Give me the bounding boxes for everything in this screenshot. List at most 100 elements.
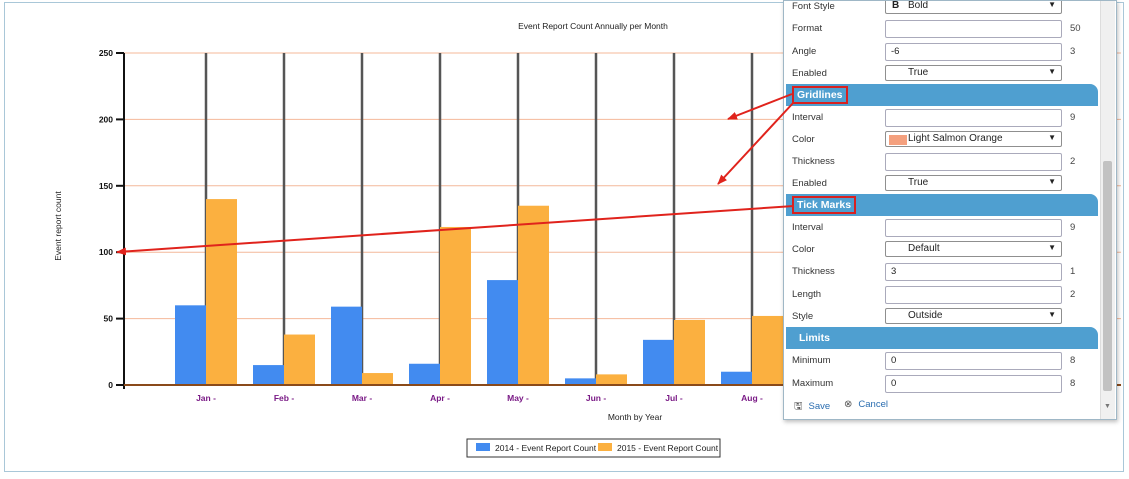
y-tick-label: 50 [104,314,114,324]
x-tick-label: Feb - [274,393,294,403]
bar-2015 [440,226,471,385]
y-tick-label: 200 [99,114,113,124]
gridlines-thickness-row: Thickness 2 [786,152,1098,174]
tick-color-label: Color [792,244,815,255]
save-icon: 🖫 [794,401,803,412]
tick-thickness-default: 1 [1070,266,1076,277]
y-tick-label: 100 [99,247,113,257]
minimum-default: 8 [1070,355,1076,366]
gridlines-color-select[interactable]: Light Salmon Orange ▼ [885,131,1062,147]
tick-length-default: 2 [1070,289,1076,300]
tick-style-value: Outside [908,310,943,321]
bar-2015 [284,334,315,385]
tick-interval-input[interactable] [885,219,1062,237]
bars [175,199,783,385]
minimum-label: Minimum [792,355,831,366]
format-default: 50 [1070,23,1081,34]
gridlines-interval-label: Interval [792,112,824,123]
gridlines-thickness-label: Thickness [792,156,835,167]
format-input[interactable] [885,20,1062,38]
tick-style-row: Style Outside ▼ [786,307,1098,329]
enabled-select[interactable]: True ▼ [885,65,1062,81]
tick-color-select[interactable]: Default ▼ [885,241,1062,257]
legend: 2014 - Event Report Count 2015 - Event R… [466,438,721,458]
font-style-value: Bold [908,0,929,11]
tick-marks-section-header[interactable]: Tick Marks [786,194,1098,216]
minimum-row: Minimum 0 8 [786,351,1098,373]
format-label: Format [792,23,823,34]
tick-thickness-label: Thickness [792,266,835,277]
angle-row: Angle -6 3 [786,42,1098,64]
gridlines-thickness-input[interactable] [885,153,1062,171]
limits-title: Limits [796,331,833,345]
scrollbar-thumb[interactable] [1103,161,1112,391]
chevron-down-icon: ▼ [1048,177,1056,186]
maximum-default: 8 [1070,378,1076,389]
y-axis-label: Event report count [53,191,63,261]
bar-2014 [721,371,752,385]
cancel-icon: ⊗ [844,399,853,410]
angle-label: Angle [792,46,817,57]
maximum-row: Maximum 0 8 [786,374,1098,396]
bar-2015 [674,319,705,385]
cancel-label: Cancel [858,399,888,410]
angle-input[interactable]: -6 [885,43,1062,61]
color-swatch [889,135,907,145]
enabled-value: True [908,67,929,78]
gridlines-interval-default: 9 [1070,112,1076,123]
x-axis-label: Month by Year [608,412,663,422]
gridlines-enabled-row: Enabled True ▼ [786,174,1098,196]
font-style-row: Font Style B Bold ▼ [786,0,1098,19]
panel-scrollbar[interactable]: ▼ [1100,1,1115,419]
x-tick-label: May - [507,393,529,403]
bar-2015 [206,199,237,385]
legend-label-2014: 2014 - Event Report Count [495,443,597,453]
bar-2014 [331,306,362,385]
minimum-input[interactable]: 0 [885,352,1062,370]
y-tick-label: 250 [99,48,113,58]
scroll-down-icon[interactable]: ▼ [1104,403,1111,410]
gridlines-thickness-default: 2 [1070,156,1076,167]
gridlines-title: Gridlines [792,86,848,104]
legend-swatch-2014 [476,443,490,451]
bar-2015 [518,205,549,385]
tick-length-input[interactable] [885,286,1062,304]
bar-2014 [643,339,674,385]
tick-thickness-input[interactable]: 3 [885,263,1062,281]
limits-section-header[interactable]: Limits [786,327,1098,349]
gridlines-interval-row: Interval 9 [786,108,1098,130]
enabled-label: Enabled [792,68,827,79]
tick-thickness-row: Thickness 3 1 [786,262,1098,284]
legend-swatch-2015 [598,443,612,451]
x-tick-label: Jan - [196,393,216,403]
x-tick-label: Apr - [430,393,450,403]
x-tick-label: Jun - [586,393,606,403]
tick-interval-row: Interval 9 [786,218,1098,240]
gridlines-enabled-label: Enabled [792,178,827,189]
tick-style-select[interactable]: Outside ▼ [885,308,1062,324]
chevron-down-icon: ▼ [1048,67,1056,76]
font-style-label: Font Style [792,1,835,12]
bar-2015 [362,373,393,385]
enabled-row: Enabled True ▼ [786,64,1098,86]
panel-content: Font Style B Bold ▼ Format 50 Angle -6 3… [786,0,1100,419]
gridlines-color-value: Light Salmon Orange [908,133,1003,144]
maximum-input[interactable]: 0 [885,375,1062,393]
gridlines-enabled-select[interactable]: True ▼ [885,175,1062,191]
tick-style-label: Style [792,311,814,322]
angle-default: 3 [1070,46,1076,57]
chevron-down-icon: ▼ [1048,0,1056,9]
bar-2015 [752,315,783,385]
bar-2015 [596,374,627,385]
save-button[interactable]: 🖫 Save [794,399,830,416]
x-tick-label: Aug - [741,393,763,403]
gridlines-interval-input[interactable] [885,109,1062,127]
x-tick-label: Jul - [665,393,683,403]
y-tick-label: 150 [99,181,113,191]
gridlines-color-label: Color [792,134,815,145]
font-style-select[interactable]: B Bold ▼ [885,0,1062,14]
tick-length-label: Length [792,289,822,300]
gridlines-section-header[interactable]: Gridlines [786,84,1098,106]
cancel-button[interactable]: ⊗ Cancel [844,399,888,410]
chart-title: Event Report Count Annually per Month [518,21,668,31]
